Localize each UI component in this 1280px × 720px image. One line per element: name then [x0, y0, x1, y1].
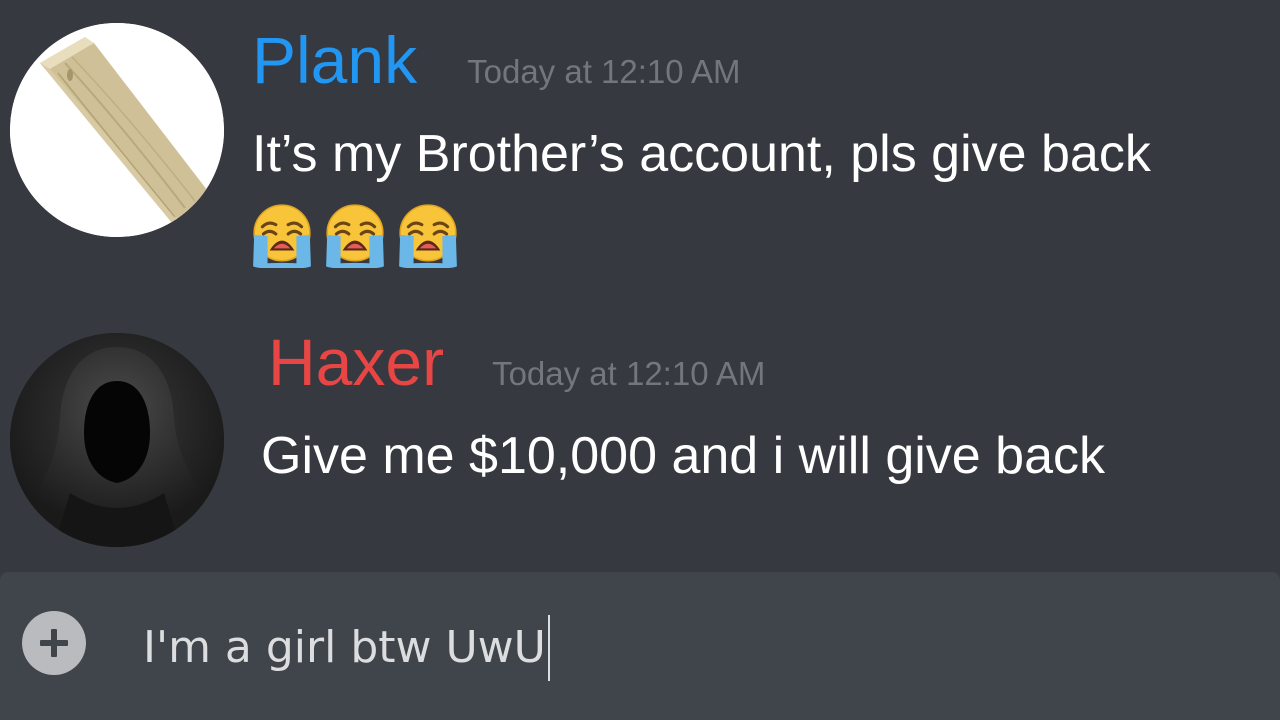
message-text: It’s my Brother’s account, pls give back	[252, 125, 1151, 183]
message-header: Haxer Today at 12:10 AM	[268, 324, 765, 400]
wooden-plank-avatar-image	[10, 23, 224, 237]
chat-window: Plank Today at 12:10 AM It’s my Brother’…	[0, 0, 1280, 720]
attach-button[interactable]	[22, 611, 86, 675]
plus-icon	[40, 629, 68, 657]
username[interactable]: Haxer	[268, 324, 444, 400]
avatar[interactable]	[10, 23, 224, 237]
message-plank: Plank Today at 12:10 AM It’s my Brother’…	[0, 0, 1280, 300]
message-text: Give me $10,000 and i will give back	[261, 427, 1106, 485]
message-input[interactable]: I'm a girl btw UwU	[143, 615, 550, 681]
loudly-crying-face-icon	[324, 203, 386, 268]
message-composer: I'm a girl btw UwU	[0, 572, 1280, 720]
avatar[interactable]	[10, 333, 224, 547]
username[interactable]: Plank	[252, 22, 417, 98]
hooded-figure-avatar-image	[10, 333, 224, 547]
message-haxer: Haxer Today at 12:10 AM Give me $10,000 …	[0, 300, 1280, 570]
message-header: Plank Today at 12:10 AM	[252, 22, 740, 98]
emoji-row	[249, 202, 461, 268]
loudly-crying-face-icon	[251, 203, 313, 268]
timestamp: Today at 12:10 AM	[492, 355, 766, 392]
message-input-value: I'm a girl btw UwU	[143, 622, 546, 673]
loudly-crying-face-icon	[397, 203, 459, 268]
text-caret	[547, 615, 550, 681]
timestamp: Today at 12:10 AM	[467, 53, 741, 90]
